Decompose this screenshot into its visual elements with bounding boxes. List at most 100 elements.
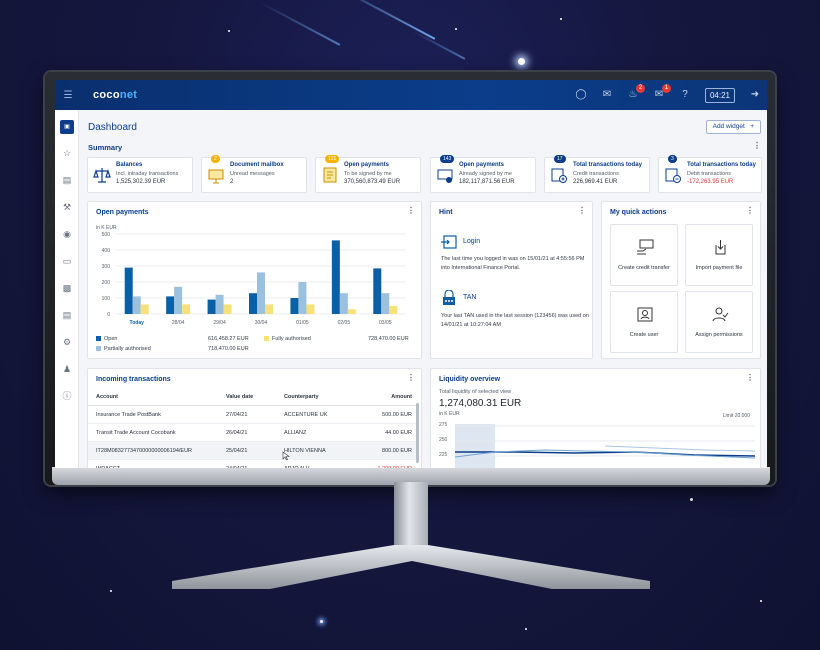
session-timer[interactable]: 04:21 [704, 87, 735, 103]
balances-tile[interactable]: Balances Incl. intraday transactions 1,5… [87, 157, 193, 193]
card-menu-icon[interactable]: ⋮ [407, 206, 415, 215]
tile-subtitle: Credit transactions [573, 171, 619, 177]
settings-icon[interactable]: ⚙ [60, 335, 74, 349]
summary-label: Summary [88, 143, 123, 152]
credit-transactions-tile[interactable]: 17 Total transactions today Credit trans… [544, 155, 650, 193]
notification-badge: 2 [635, 84, 645, 93]
quick-action-label: Create user [629, 332, 659, 338]
column-header[interactable]: Account [88, 391, 218, 406]
star [690, 498, 693, 501]
x-tick-label: 29/04 [213, 320, 226, 326]
help-icon[interactable]: ? [679, 89, 691, 101]
liquidity-limit: Limit 20.000 [722, 413, 750, 419]
tan-text: Your last TAN used in the last session (… [441, 313, 589, 328]
add-widget-button[interactable]: Add widget + [705, 120, 761, 134]
info-icon[interactable]: ⓘ [60, 389, 74, 403]
app-logo[interactable]: coconet [93, 89, 137, 101]
star [518, 58, 525, 65]
bar-open [331, 240, 340, 314]
scale-icon [93, 168, 111, 183]
table-row[interactable]: IT28M0832773470000000006194/EUR 25/04/21… [88, 441, 418, 460]
tile-subtitle: Unread messages [230, 171, 275, 177]
monitor-stand-base [172, 545, 650, 589]
chat-icon[interactable]: ✉ [601, 89, 613, 101]
logout-icon[interactable]: ➜ [749, 89, 761, 101]
legend-fully-value: 728,470.00 EUR [368, 336, 409, 342]
tile-subtitle: To be signed by me [344, 171, 392, 177]
tile-badge: 2 [211, 155, 220, 163]
person-icon[interactable]: ♟ [60, 362, 74, 376]
document-mailbox-tile[interactable]: 2 Document mailbox Unread messages 2 [201, 155, 307, 193]
tools-icon[interactable]: ⚒ [60, 200, 74, 214]
login-icon [441, 235, 457, 249]
legend-fully: Fully authorised [264, 336, 311, 342]
assign-permissions-button[interactable]: Assign permissions [685, 291, 753, 353]
amount-cell: 800.00 EUR [356, 441, 418, 460]
debit-transactions-tile[interactable]: 3 Total transactions today Debit transac… [658, 155, 762, 193]
column-header[interactable]: Amount [356, 391, 418, 406]
bar-fully-authorised [306, 304, 315, 314]
card-menu-icon[interactable]: ⋮ [407, 373, 415, 382]
main-content: Dashboard Add widget + Summary ⋮ Balance… [79, 110, 767, 468]
bar-open [124, 267, 133, 314]
chart-icon[interactable]: ▩ [60, 281, 74, 295]
y-tick-label: 500 [102, 232, 111, 238]
y-tick-label: 250 [439, 437, 448, 443]
dashboard-icon[interactable]: ▣ [60, 120, 74, 134]
summary-menu-icon[interactable]: ⋮ [753, 141, 761, 150]
y-tick-label: 225 [439, 452, 448, 458]
star [525, 628, 527, 630]
tile-subtitle: Already signed by me [459, 171, 512, 177]
coins-icon[interactable]: ◉ [60, 227, 74, 241]
debit-icon [665, 168, 681, 183]
create-credit-transfer-button[interactable]: Create credit transfer [610, 224, 678, 286]
menu-icon[interactable]: ☰ [57, 90, 79, 101]
date-cell: 27/04/21 [218, 405, 276, 424]
open-payments-to-sign-tile[interactable]: 121 Open payments To be signed by me 370… [315, 155, 421, 193]
table-header-row: Account Value date Counterparty Amount [88, 391, 418, 406]
hint-card: Hint ⋮ Login The last time you logged in… [430, 201, 593, 359]
bar-open [290, 298, 299, 314]
mail-icon[interactable]: ✉ 1 [653, 84, 671, 101]
x-tick-label: Today [130, 320, 145, 326]
bar-partially-authorised [132, 296, 141, 314]
table-row[interactable]: Transit Trade Account Cocobank 26/04/21 … [88, 423, 418, 442]
bell-icon[interactable]: ♨ 2 [627, 84, 645, 101]
tile-value: 2 [230, 179, 234, 185]
user-card-icon [637, 307, 653, 322]
column-header[interactable]: Counterparty [276, 391, 356, 406]
wallet-icon[interactable]: ▤ [60, 173, 74, 187]
tan-title: TAN [463, 294, 477, 301]
open-payments-signed-tile[interactable]: 143 Open payments Already signed by me 1… [430, 155, 536, 193]
card-menu-icon[interactable]: ⋮ [746, 373, 754, 382]
liquidity-overview-card: Liquidity overview ⋮ Total liquidity of … [430, 368, 761, 468]
create-user-button[interactable]: Create user [610, 291, 678, 353]
tile-badge: 143 [440, 155, 455, 163]
login-text: The last time you logged in was on 15/01… [441, 256, 585, 271]
bar-fully-authorised [389, 306, 398, 314]
legend-open-value: 616,458.27 EUR [208, 336, 249, 342]
star [320, 620, 323, 623]
import-file-icon [715, 240, 726, 255]
column-header[interactable]: Value date [218, 391, 276, 406]
star-icon[interactable]: ☆ [60, 146, 74, 160]
card-menu-icon[interactable]: ⋮ [746, 206, 754, 215]
table-row[interactable]: Insurance Trade PostBank 27/04/21 ACCENT… [88, 405, 418, 424]
import-payment-file-button[interactable]: Import payment file [685, 224, 753, 286]
user-icon[interactable]: ◯ [575, 89, 587, 101]
incoming-transactions-card: Incoming transactions ⋮ Account Value da… [87, 368, 422, 468]
bar-fully-authorised [140, 304, 149, 314]
card-title: Liquidity overview [439, 376, 501, 383]
table-scrollbar[interactable] [416, 403, 419, 463]
quick-action-label: Assign permissions [695, 332, 743, 338]
tile-title: Open payments [459, 162, 505, 168]
card-icon[interactable]: ▭ [60, 254, 74, 268]
document-icon [323, 167, 337, 183]
x-tick-label: 28/04 [172, 320, 185, 326]
x-tick-label: 30/04 [255, 320, 268, 326]
card-menu-icon[interactable]: ⋮ [578, 206, 586, 215]
table-row[interactable]: WDACCT 24/04/21 ARJO N.V. -1,200.00 EUR [88, 459, 418, 468]
document-icon[interactable]: ▤ [60, 308, 74, 322]
message-badge: 1 [661, 84, 671, 93]
liquidity-value: 1,274,080.31 EUR [439, 398, 522, 409]
